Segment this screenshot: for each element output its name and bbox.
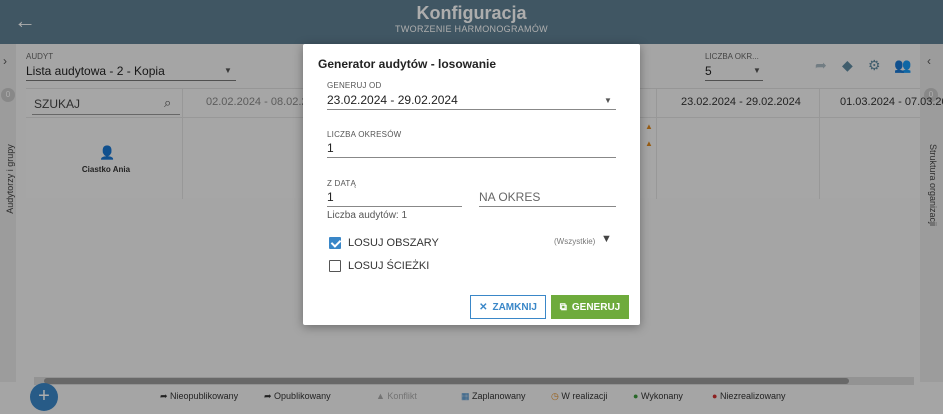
generate-from-select[interactable]: 23.02.2024 - 29.02.2024 <box>327 93 458 107</box>
randomize-areas-checkbox[interactable] <box>329 237 341 249</box>
randomize-paths-checkbox[interactable] <box>329 260 341 272</box>
generate-from-label: GENERUJ OD <box>327 81 382 90</box>
audit-count-hint: Liczba audytów: 1 <box>327 210 408 221</box>
from-date-input[interactable]: 1 <box>327 190 334 204</box>
close-button[interactable]: ✕ ZAMKNIJ <box>470 295 546 319</box>
dropdown-caret-icon[interactable]: ▼ <box>604 96 612 105</box>
periods-count-label: LICZBA OKRESÓW <box>327 130 402 139</box>
from-date-underline <box>327 206 462 207</box>
close-icon: ✕ <box>479 301 488 313</box>
randomize-paths-label[interactable]: LOSUJ ŚCIEŻKI <box>348 260 429 272</box>
periods-count-underline <box>327 157 616 158</box>
randomize-areas-label[interactable]: LOSUJ OBSZARY <box>348 237 439 249</box>
generate-icon: ⧉ <box>559 301 567 313</box>
areas-filter-text: (Wszystkie) <box>554 237 596 246</box>
from-date-label: Z DATĄ <box>327 179 357 188</box>
periods-count-input[interactable]: 1 <box>327 141 334 155</box>
dialog-title: Generator audytów - losowanie <box>318 57 497 71</box>
generate-button[interactable]: ⧉ GENERUJ <box>551 295 629 319</box>
filter-icon[interactable]: ▼ <box>601 233 612 245</box>
per-period-input[interactable]: NA OKRES <box>479 190 540 204</box>
generate-from-underline <box>327 109 616 110</box>
per-period-underline <box>479 206 616 207</box>
audit-generator-dialog: Generator audytów - losowanie GENERUJ OD… <box>303 44 640 325</box>
